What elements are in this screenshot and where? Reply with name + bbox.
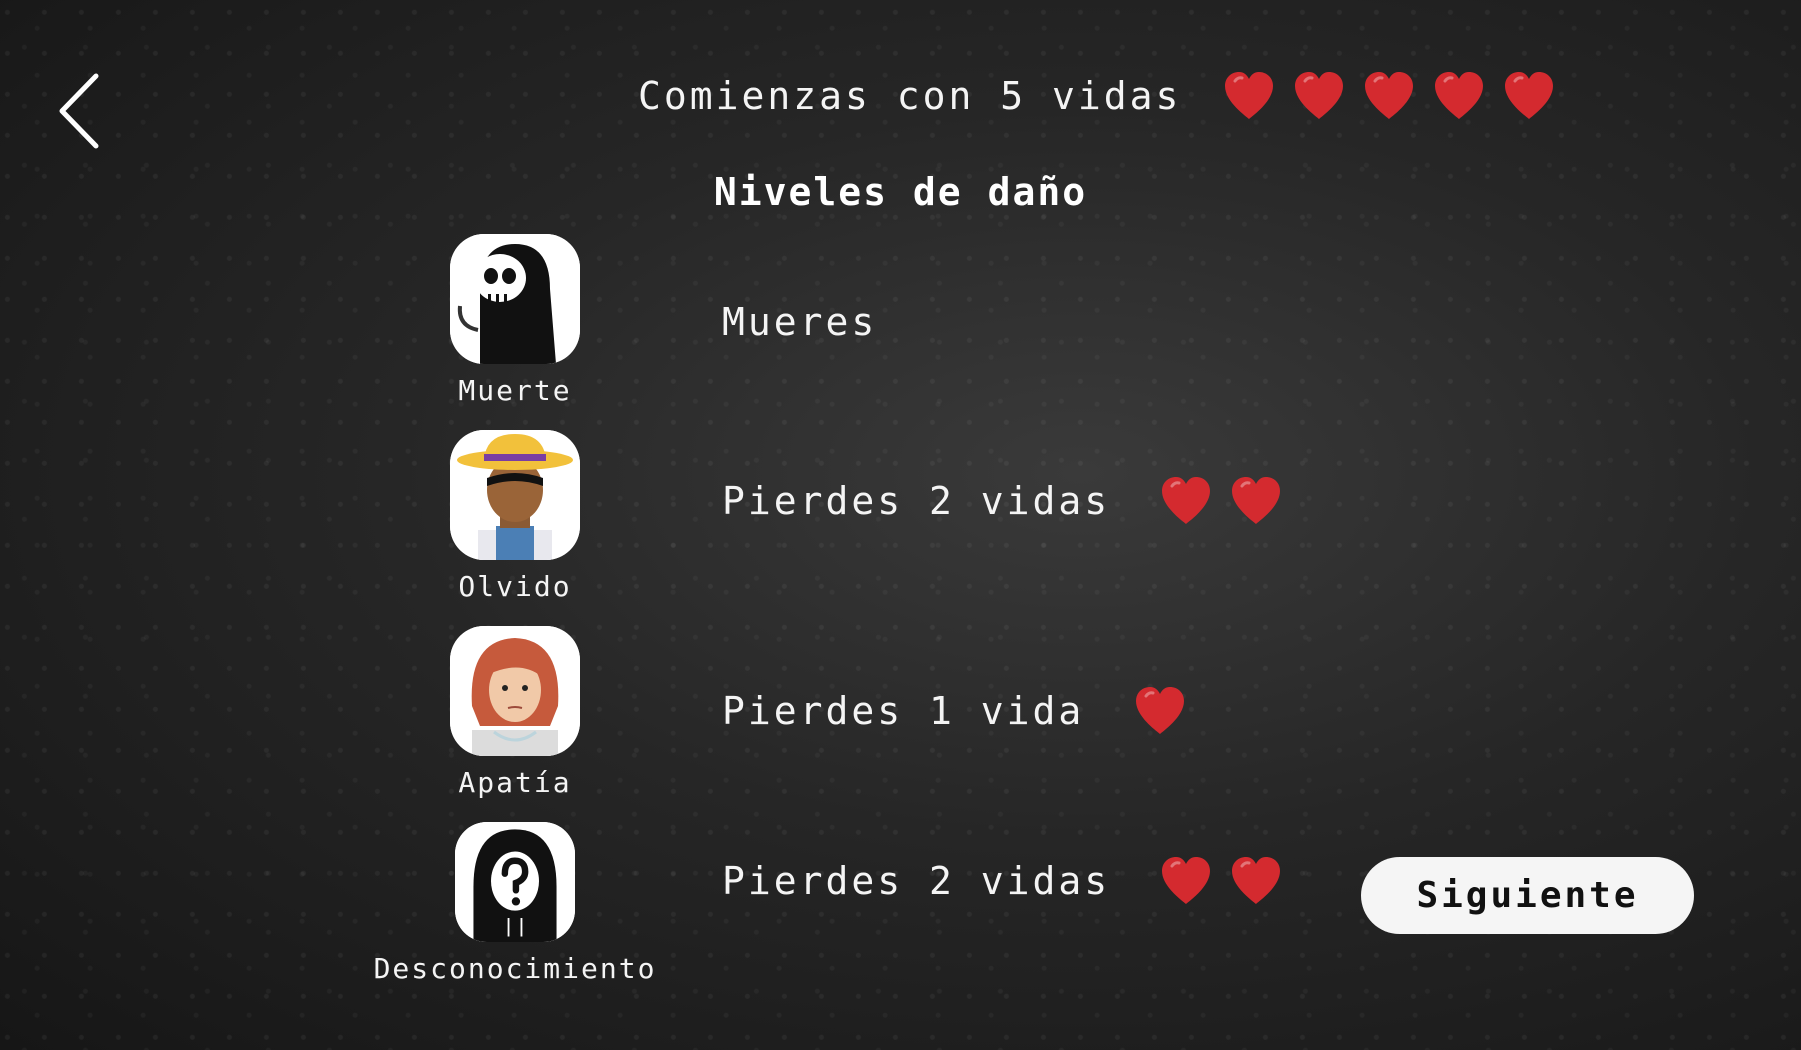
heart-icon (1162, 857, 1211, 904)
woman-icon (450, 626, 580, 756)
hooded-question-icon (455, 822, 575, 942)
heart-icon (1136, 687, 1185, 734)
heart-icon (1365, 72, 1414, 119)
character-desconocimiento: Desconocimiento (370, 822, 660, 985)
lost-lives-hearts (1132, 684, 1188, 738)
heart-icon (1232, 477, 1281, 524)
effect-text: Pierdes 2 vidas (722, 479, 1111, 523)
character-apatia: Apatía (370, 626, 660, 799)
heart-icon (1295, 72, 1344, 119)
character-name: Muerte (458, 374, 572, 407)
lost-lives-hearts (1158, 474, 1284, 528)
heart-icon (1162, 477, 1211, 524)
lost-lives-hearts (1158, 854, 1284, 908)
starting-lives-row: Comienzas con 5 vidas (638, 66, 1557, 126)
character-muerte: Muerte (370, 234, 660, 407)
heart-icon (1435, 72, 1484, 119)
effect-row-apatia: Pierdes 1 vida (722, 680, 1188, 742)
effect-text: Pierdes 2 vidas (722, 859, 1111, 903)
effect-row-olvido: Pierdes 2 vidas (722, 470, 1284, 532)
character-name: Apatía (458, 766, 572, 799)
starting-lives-text: Comienzas con 5 vidas (638, 74, 1182, 118)
back-button[interactable] (52, 70, 112, 152)
section-title: Niveles de daño (713, 170, 1088, 214)
grim-reaper-icon (450, 234, 580, 364)
effect-text: Pierdes 1 vida (722, 689, 1085, 733)
character-name: Olvido (458, 570, 572, 603)
character-olvido: Olvido (370, 430, 660, 603)
next-button[interactable]: Siguiente (1361, 857, 1694, 934)
effect-row-muerte: Mueres (722, 292, 877, 352)
farmer-icon (450, 430, 580, 560)
heart-icon (1505, 72, 1554, 119)
effect-row-desconocimiento: Pierdes 2 vidas (722, 850, 1284, 912)
heart-icon (1225, 72, 1274, 119)
character-name: Desconocimiento (373, 952, 657, 985)
chevron-left-icon (59, 73, 99, 149)
heart-icon (1232, 857, 1281, 904)
effect-text: Mueres (722, 300, 878, 344)
starting-lives-hearts (1221, 69, 1557, 123)
